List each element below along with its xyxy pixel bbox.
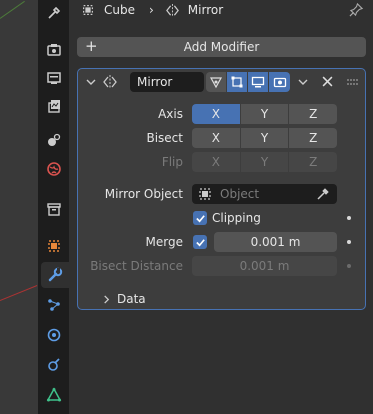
breadcrumb-separator: › <box>148 3 154 17</box>
modifier-visibility-toggles <box>206 72 290 92</box>
axis-y-button[interactable]: Y <box>240 104 290 124</box>
drag-handle-icon[interactable] <box>346 78 360 86</box>
bisect-distance-field[interactable]: 0.001 m <box>192 256 337 276</box>
mirror-modifier-panel: Mirror Axis X Y Z Bisect X Y Z Flip X Y … <box>77 68 366 310</box>
tool-icon[interactable] <box>41 0 67 26</box>
particles-icon[interactable] <box>41 292 67 318</box>
bisect-distance-keyframe-dot[interactable] <box>347 264 351 268</box>
edit-mode-icon <box>231 76 243 88</box>
close-icon[interactable] <box>322 76 333 87</box>
properties-tabs <box>38 0 69 414</box>
clipping-checkbox[interactable] <box>193 211 207 225</box>
eyedropper-icon[interactable] <box>316 187 330 201</box>
axis-toggle-group: X Y Z <box>192 104 338 124</box>
mirror-modifier-icon <box>165 3 179 17</box>
edit-cage-toggle[interactable] <box>206 72 227 92</box>
monitor-icon <box>251 76 265 88</box>
add-modifier-button[interactable]: + Add Modifier <box>77 37 366 57</box>
bisect-label: Bisect <box>146 131 183 145</box>
modifier-name-field[interactable]: Mirror <box>130 72 204 92</box>
merge-distance-field[interactable]: 0.001 m <box>214 232 337 252</box>
grid-axis-line <box>0 0 25 19</box>
axis-label: Axis <box>158 107 183 121</box>
flip-label: Flip <box>161 155 183 169</box>
camera-icon <box>273 77 286 88</box>
view-layer-icon[interactable] <box>41 93 67 119</box>
clipping-label: Clipping <box>212 211 261 225</box>
checkmark-icon <box>195 238 205 246</box>
breadcrumb-object: Cube <box>104 3 135 17</box>
world-icon[interactable] <box>41 156 67 182</box>
dropdown-chevron-icon[interactable] <box>298 77 308 87</box>
mirror-modifier-icon <box>103 75 117 89</box>
bisect-y-button[interactable]: Y <box>240 128 290 148</box>
clipping-keyframe-dot[interactable] <box>347 216 351 220</box>
viewport-edge <box>0 0 38 414</box>
viewport-toggle[interactable] <box>248 72 269 92</box>
flip-z-button[interactable]: Z <box>289 152 338 172</box>
merge-checkbox[interactable] <box>193 235 207 249</box>
breadcrumb-modifier: Mirror <box>187 3 224 17</box>
data-subpanel-header[interactable]: Data <box>102 290 146 308</box>
axis-x-button[interactable]: X <box>192 104 241 124</box>
modifier-icon[interactable] <box>41 262 69 288</box>
add-modifier-label: Add Modifier <box>183 40 260 54</box>
axis-z-button[interactable]: Z <box>289 104 338 124</box>
flip-y-button[interactable]: Y <box>240 152 290 172</box>
mirror-object-label: Mirror Object <box>104 187 183 201</box>
data-subpanel-label: Data <box>117 292 146 306</box>
object-field-icon <box>199 188 211 200</box>
object-icon[interactable] <box>41 233 67 259</box>
physics-icon[interactable] <box>41 322 67 348</box>
merge-keyframe-dot[interactable] <box>347 240 351 244</box>
mesh-object-icon <box>83 5 93 15</box>
flip-x-button[interactable]: X <box>192 152 241 172</box>
checkmark-icon <box>195 214 205 222</box>
output-icon[interactable] <box>41 65 67 91</box>
scene-icon[interactable] <box>41 127 67 153</box>
data-icon[interactable] <box>41 382 67 408</box>
bisect-z-button[interactable]: Z <box>289 128 338 148</box>
render-toggle[interactable] <box>269 72 290 92</box>
collection-icon[interactable] <box>41 196 67 222</box>
breadcrumb: Cube › Mirror <box>81 0 223 20</box>
bisect-toggle-group: X Y Z <box>192 128 338 148</box>
edit-mode-toggle[interactable] <box>227 72 248 92</box>
chevron-right-icon <box>104 294 110 304</box>
chevron-down-icon[interactable] <box>86 77 96 87</box>
pin-icon[interactable] <box>349 2 364 17</box>
x-axis-line <box>0 285 38 301</box>
render-icon[interactable] <box>41 37 67 63</box>
constraints-icon[interactable] <box>41 352 67 378</box>
bisect-x-button[interactable]: X <box>192 128 241 148</box>
mirror-object-field[interactable]: Object <box>192 184 337 204</box>
edit-cage-icon <box>209 77 223 89</box>
mirror-object-placeholder: Object <box>220 187 260 201</box>
modifier-panel-header: Mirror <box>78 69 365 95</box>
merge-label: Merge <box>145 235 183 249</box>
bisect-distance-label: Bisect Distance <box>90 259 183 273</box>
flip-toggle-group: X Y Z <box>192 152 338 172</box>
properties-header: Cube › Mirror <box>69 0 373 28</box>
